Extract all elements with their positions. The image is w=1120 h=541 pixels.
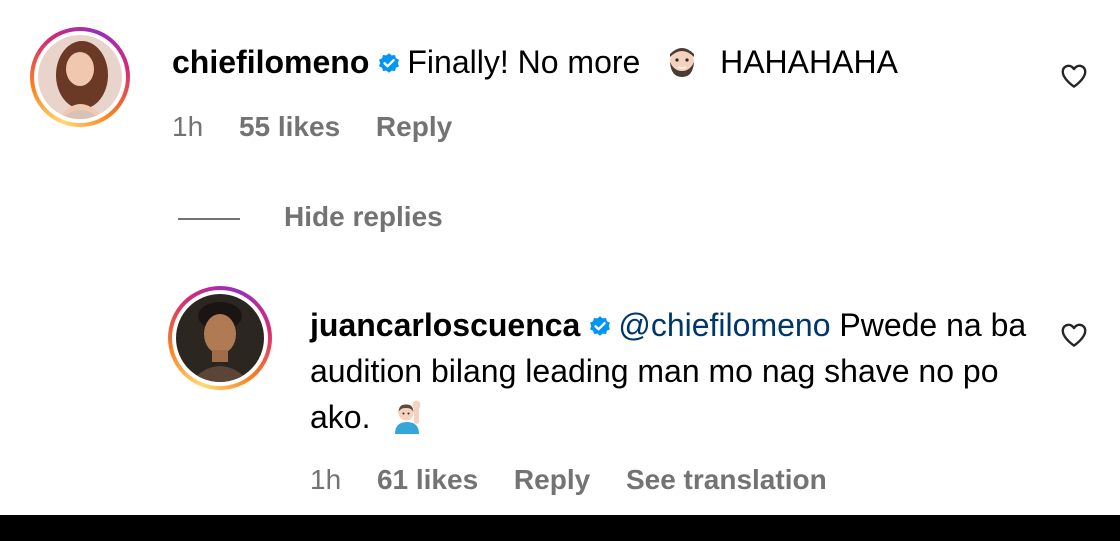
comments-thread: chiefilomeno Finally! No more HAHAHAHA 1h… (0, 0, 1120, 515)
bottom-black-bar (0, 515, 1120, 541)
comment-likes-count[interactable]: 55 likes (239, 111, 340, 142)
reply-line: juancarloscuenca @chiefilomeno Pwede na b… (310, 302, 1050, 442)
reply-reply-button[interactable]: Reply (514, 464, 590, 495)
comment-like-heart-icon[interactable] (1059, 61, 1089, 91)
replies-divider-line (178, 218, 240, 220)
reply-like-heart-icon[interactable] (1059, 320, 1089, 350)
see-translation-button[interactable]: See translation (626, 464, 827, 495)
reply-timestamp[interactable]: 1h (310, 464, 341, 495)
comment-meta: 1h 55 likes Reply (172, 110, 480, 144)
reply-avatar-photo (176, 294, 264, 382)
hide-replies-button[interactable]: Hide replies (284, 200, 443, 234)
reply-avatar[interactable] (168, 286, 272, 390)
comment-timestamp[interactable]: 1h (172, 111, 203, 142)
reply-likes-count[interactable]: 61 likes (377, 464, 478, 495)
verified-badge-icon (590, 315, 611, 336)
bearded-face-emoji-icon (670, 47, 695, 77)
comment-text-after: HAHAHAHA (720, 44, 898, 80)
comment-reply-button[interactable]: Reply (376, 111, 452, 142)
commenter-avatar[interactable] (30, 27, 130, 127)
comment-line: chiefilomeno Finally! No more HAHAHAHA (172, 42, 898, 85)
man-raising-hand-emoji-icon (395, 400, 421, 434)
comment-text-before: Finally! No more (407, 44, 641, 80)
reply-username[interactable]: juancarloscuenca (310, 307, 580, 343)
reply-meta: 1h 61 likes Reply See translation (310, 463, 855, 497)
avatar-photo (38, 35, 122, 119)
verified-badge-icon (379, 52, 400, 73)
comment-username[interactable]: chiefilomeno (172, 44, 369, 80)
reply-mention-link[interactable]: @chiefilomeno (618, 307, 830, 343)
